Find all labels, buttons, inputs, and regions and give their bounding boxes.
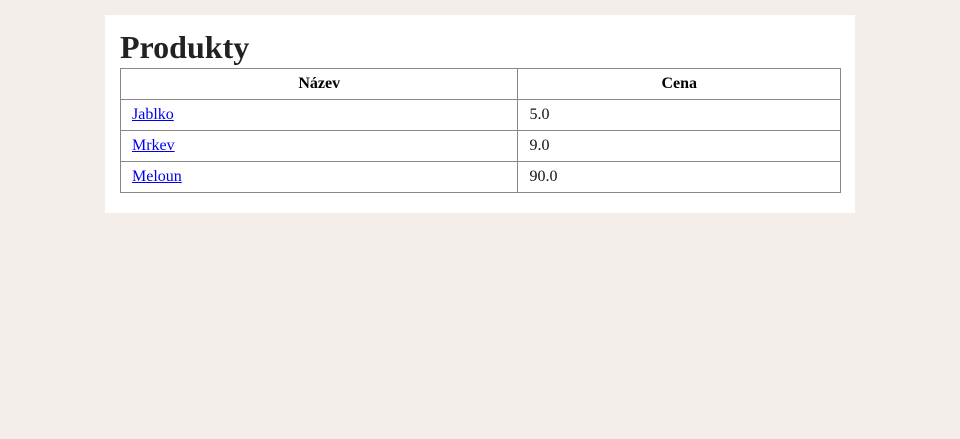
table-row: Mrkev 9.0 (119, 130, 841, 162)
product-link-jablko[interactable]: Jablko (132, 106, 174, 123)
product-link-mrkev[interactable]: Mrkev (132, 137, 175, 154)
table-row: Meloun 90.0 (119, 161, 841, 193)
product-price-cell: 5.0 (517, 99, 841, 131)
product-link-meloun[interactable]: Meloun (132, 168, 182, 185)
product-name-cell: Mrkev (119, 130, 519, 162)
products-table: Název Cena Jablko 5.0 Mrkev 9.0 Meloun 9… (119, 68, 841, 193)
column-header-name: Název (119, 68, 519, 100)
product-name-cell: Meloun (119, 161, 519, 193)
table-header-row: Název Cena (119, 68, 841, 100)
product-price-cell: 9.0 (517, 130, 841, 162)
column-header-price: Cena (517, 68, 841, 100)
product-name-cell: Jablko (119, 99, 519, 131)
product-price-cell: 90.0 (517, 161, 841, 193)
page-title: Produkty (120, 29, 250, 65)
content-card: Produkty Název Cena Jablko 5.0 Mrkev 9.0 (105, 15, 855, 213)
table-row: Jablko 5.0 (119, 99, 841, 131)
